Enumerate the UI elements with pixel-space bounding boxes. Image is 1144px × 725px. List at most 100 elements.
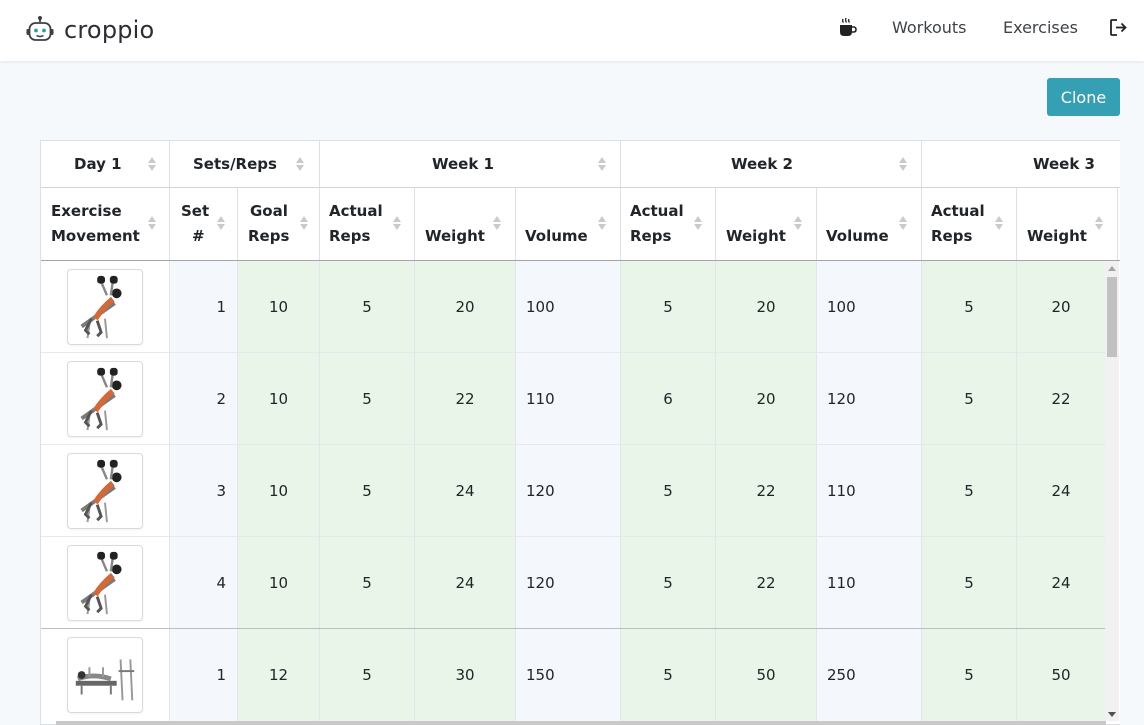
header-week-2[interactable]: Week 2 — [621, 141, 922, 188]
cell-w2-volume[interactable]: 110 — [817, 537, 922, 629]
cell-set-number[interactable]: 2 — [170, 353, 238, 445]
cell-w1-actual-reps[interactable]: 5 — [320, 537, 415, 629]
cell-w1-volume[interactable]: 120 — [516, 445, 621, 537]
cell-w3-actual-reps[interactable]: 5 — [922, 629, 1017, 721]
cell-w1-volume[interactable]: 100 — [516, 261, 621, 353]
cell-exercise-movement — [41, 261, 170, 353]
vertical-scrollbar[interactable] — [1105, 261, 1119, 721]
cell-w2-actual-reps[interactable]: 6 — [621, 353, 716, 445]
cell-w2-actual-reps[interactable]: 5 — [621, 629, 716, 721]
clone-button[interactable]: Clone — [1047, 78, 1120, 116]
incline-dumbbell-press-thumbnail[interactable] — [67, 453, 143, 529]
cell-w2-weight[interactable]: 22 — [716, 445, 817, 537]
col-exercise-movement[interactable]: Exercise Movement — [41, 188, 170, 260]
cell-w2-weight[interactable]: 22 — [716, 537, 817, 629]
sort-icon[interactable] — [694, 216, 702, 230]
header-week-3[interactable]: Week 3 — [922, 141, 1120, 188]
cell-w3-weight[interactable]: 24 — [1017, 537, 1106, 629]
cell-w2-actual-reps[interactable]: 5 — [621, 445, 716, 537]
col-w1-volume[interactable]: Volume — [516, 188, 621, 260]
cell-set-number[interactable]: 1 — [170, 261, 238, 353]
cell-w1-weight[interactable]: 24 — [415, 537, 516, 629]
cell-w2-weight-value: 22 — [756, 574, 776, 592]
sort-icon[interactable] — [300, 216, 308, 230]
sort-icon[interactable] — [995, 216, 1003, 230]
sort-icon[interactable] — [598, 157, 606, 171]
col-w3-weight[interactable]: Weight — [1017, 188, 1118, 260]
cell-w2-volume[interactable]: 120 — [817, 353, 922, 445]
incline-dumbbell-press-thumbnail[interactable] — [67, 269, 143, 345]
scroll-up-icon[interactable] — [1108, 266, 1116, 271]
cell-set-number[interactable]: 4 — [170, 537, 238, 629]
cell-goal-reps[interactable]: 10 — [238, 445, 320, 537]
horizontal-scrollbar[interactable] — [56, 721, 1106, 725]
cell-w2-actual-reps[interactable]: 5 — [621, 537, 716, 629]
incline-dumbbell-press-thumbnail[interactable] — [67, 545, 143, 621]
sort-icon[interactable] — [393, 216, 401, 230]
cell-w2-weight[interactable]: 20 — [716, 261, 817, 353]
cell-w3-weight[interactable]: 24 — [1017, 445, 1106, 537]
nav-workouts-link[interactable]: Workouts — [892, 18, 966, 37]
col-w2-volume[interactable]: Volume — [817, 188, 922, 260]
brand[interactable]: croppio — [25, 15, 154, 45]
sort-icon[interactable] — [899, 216, 907, 230]
sort-icon[interactable] — [598, 216, 606, 230]
cell-w3-actual-reps[interactable]: 5 — [922, 261, 1017, 353]
header-week-1[interactable]: Week 1 — [320, 141, 621, 188]
cell-w1-actual-reps[interactable]: 5 — [320, 629, 415, 721]
col-w2-actual-reps[interactable]: Actual Reps — [621, 188, 716, 260]
header-sets-reps[interactable]: Sets/Reps — [170, 141, 320, 188]
cell-w1-volume[interactable]: 110 — [516, 353, 621, 445]
cell-w3-weight[interactable]: 22 — [1017, 353, 1106, 445]
col-w3-actual-reps[interactable]: Actual Reps — [922, 188, 1017, 260]
cell-w3-weight[interactable]: 20 — [1017, 261, 1106, 353]
cell-goal-reps[interactable]: 10 — [238, 261, 320, 353]
header-day[interactable]: Day 1 — [41, 141, 170, 188]
scrollbar-thumb[interactable] — [1107, 277, 1117, 357]
sort-icon[interactable] — [493, 216, 501, 230]
cell-w3-actual-reps[interactable]: 5 — [922, 537, 1017, 629]
col-w1-actual-reps[interactable]: Actual Reps — [320, 188, 415, 260]
cell-w1-volume[interactable]: 150 — [516, 629, 621, 721]
cell-goal-reps[interactable]: 12 — [238, 629, 320, 721]
cell-w1-actual-reps[interactable]: 5 — [320, 261, 415, 353]
logout-icon[interactable] — [1109, 18, 1128, 37]
col-set-number[interactable]: Set # — [170, 188, 238, 260]
sort-icon[interactable] — [148, 216, 156, 230]
cell-w2-weight[interactable]: 50 — [716, 629, 817, 721]
cell-w1-weight[interactable]: 22 — [415, 353, 516, 445]
sort-icon[interactable] — [899, 157, 907, 171]
sort-icon[interactable] — [217, 216, 225, 230]
scroll-down-icon[interactable] — [1108, 712, 1116, 717]
cell-goal-reps[interactable]: 10 — [238, 353, 320, 445]
cell-w1-weight[interactable]: 24 — [415, 445, 516, 537]
cell-w2-volume[interactable]: 250 — [817, 629, 922, 721]
barbell-bench-press-thumbnail[interactable] — [67, 637, 143, 713]
cell-w1-volume[interactable]: 120 — [516, 537, 621, 629]
cell-w2-volume[interactable]: 110 — [817, 445, 922, 537]
cell-w2-actual-reps[interactable]: 5 — [621, 261, 716, 353]
cell-w3-weight-value: 24 — [1051, 482, 1071, 500]
col-w1-weight[interactable]: Weight — [415, 188, 516, 260]
cell-w1-weight[interactable]: 30 — [415, 629, 516, 721]
cell-set-number[interactable]: 1 — [170, 629, 238, 721]
incline-dumbbell-press-thumbnail[interactable] — [67, 361, 143, 437]
cell-w1-actual-reps[interactable]: 5 — [320, 353, 415, 445]
cell-w3-actual-reps[interactable]: 5 — [922, 353, 1017, 445]
cell-w1-actual-reps[interactable]: 5 — [320, 445, 415, 537]
nav-exercises-link[interactable]: Exercises — [1003, 18, 1078, 37]
cell-w3-actual-reps[interactable]: 5 — [922, 445, 1017, 537]
cell-w2-weight[interactable]: 20 — [716, 353, 817, 445]
coffee-icon[interactable] — [837, 17, 857, 39]
cell-w2-volume[interactable]: 100 — [817, 261, 922, 353]
col-goal-reps[interactable]: Goal Reps — [238, 188, 320, 260]
sort-icon[interactable] — [148, 157, 156, 171]
sort-icon[interactable] — [296, 157, 304, 171]
cell-set-number[interactable]: 3 — [170, 445, 238, 537]
sort-icon[interactable] — [794, 216, 802, 230]
cell-w3-weight[interactable]: 50 — [1017, 629, 1106, 721]
cell-w1-weight[interactable]: 20 — [415, 261, 516, 353]
col-w2-weight[interactable]: Weight — [716, 188, 817, 260]
sort-icon[interactable] — [1095, 216, 1103, 230]
cell-goal-reps[interactable]: 10 — [238, 537, 320, 629]
